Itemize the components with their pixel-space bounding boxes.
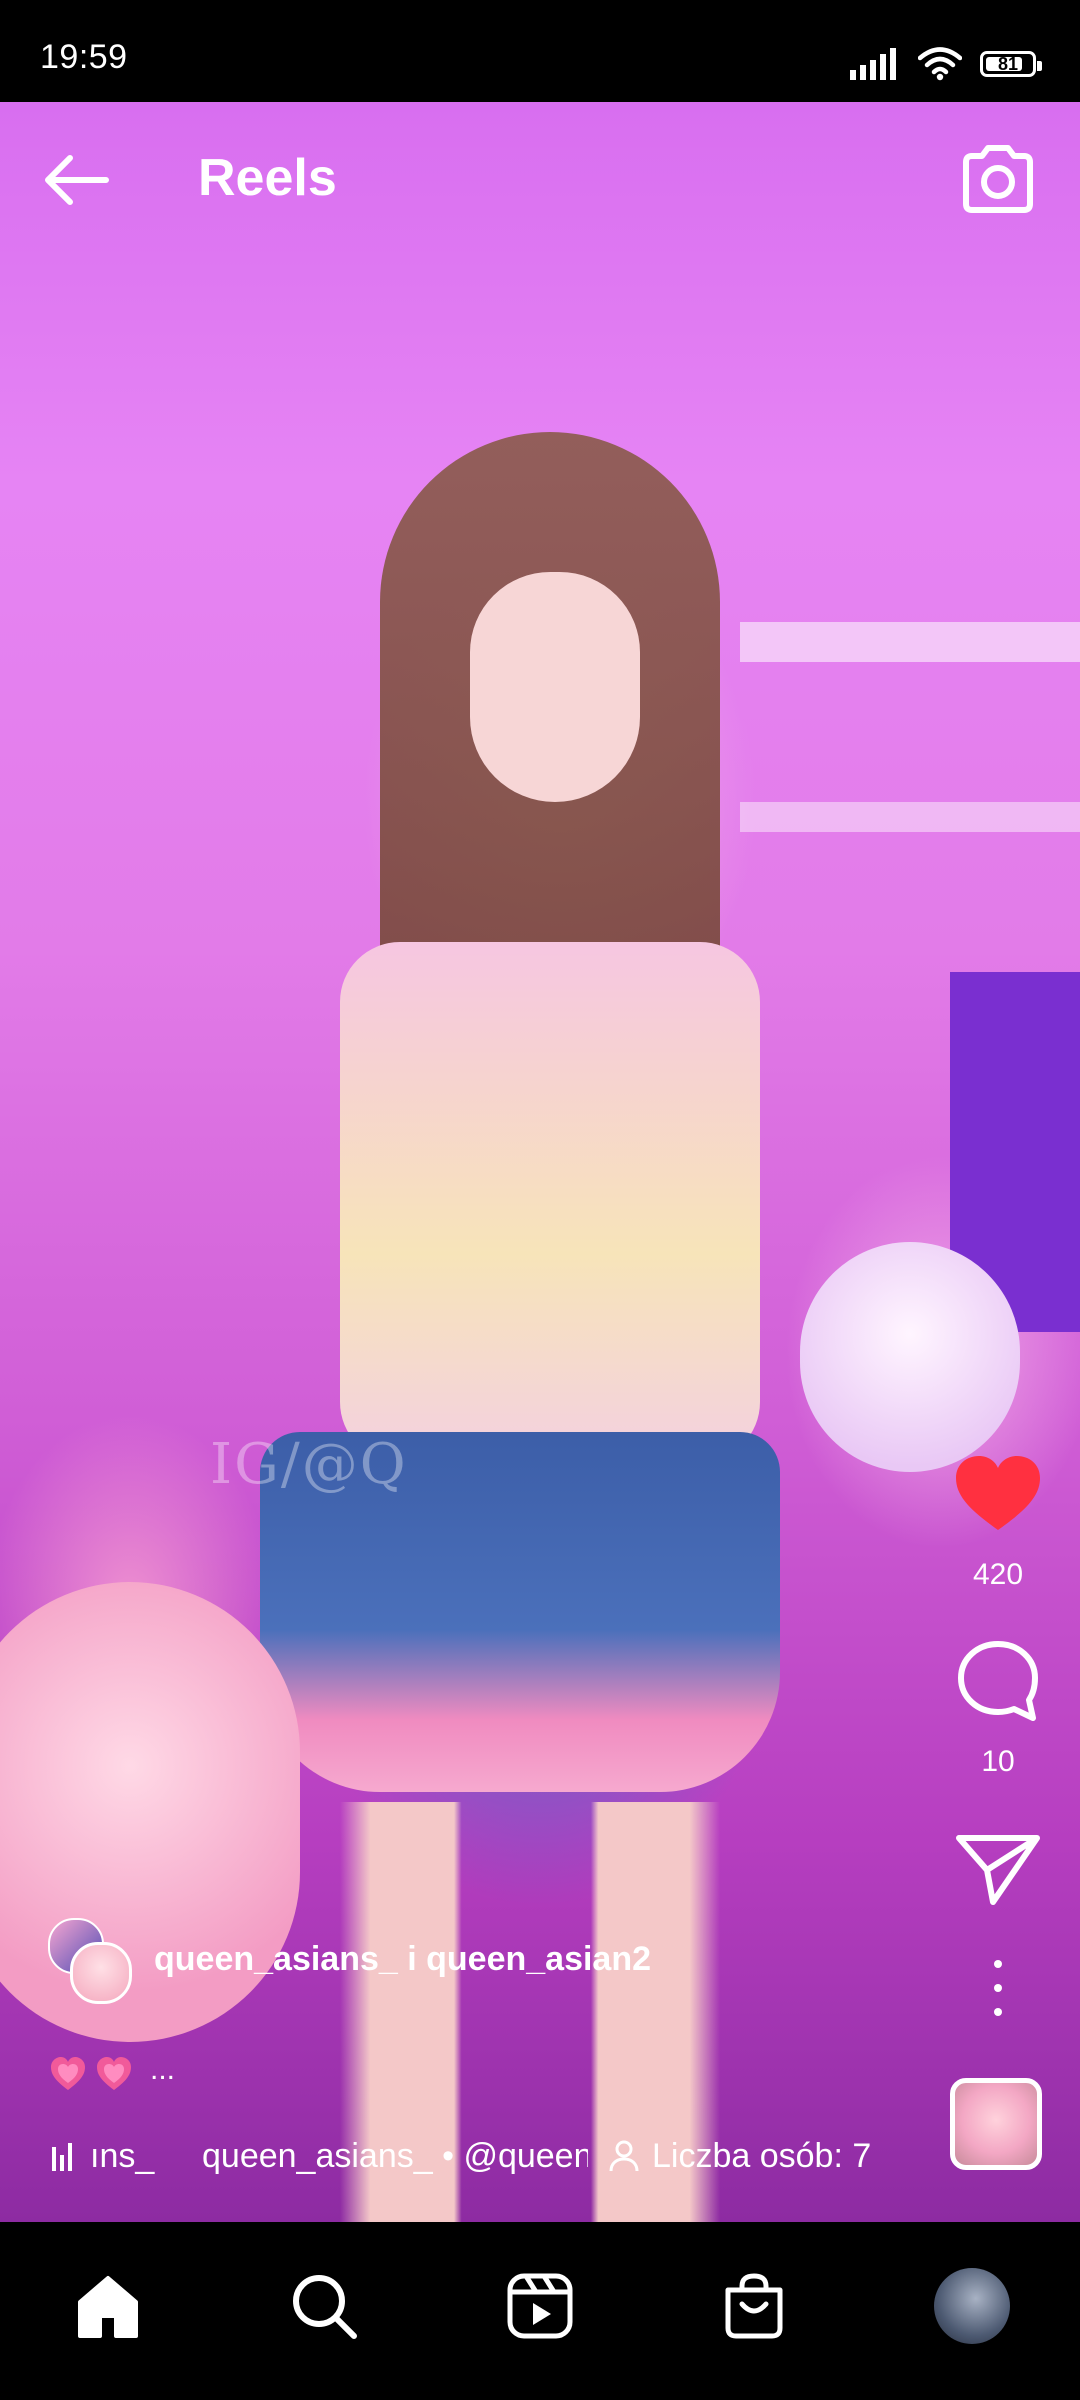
caption-more[interactable]: ...: [150, 2053, 175, 2087]
status-time: 19:59: [40, 38, 128, 76]
back-arrow-icon[interactable]: [40, 150, 112, 210]
heart-icon[interactable]: [950, 1450, 1046, 1536]
battery-percent: 81: [997, 53, 1019, 74]
shelf: [740, 802, 1080, 832]
home-icon[interactable]: [72, 2270, 144, 2342]
bottom-navigation: [0, 2222, 1080, 2400]
plush-toy: [800, 1242, 1020, 1472]
more-options-icon[interactable]: [980, 1960, 1016, 2016]
audio-row[interactable]: ıns_ queen_asians_ • @queen_asian2 Liczb…: [52, 2134, 871, 2178]
video-watermark: IG/@Q: [210, 1432, 408, 1497]
status-icons: 81: [850, 44, 1042, 84]
shop-icon[interactable]: [718, 2270, 790, 2342]
audio-thumbnail[interactable]: [950, 2078, 1042, 2170]
battery-indicator: 81: [980, 51, 1042, 77]
wifi-icon: [918, 47, 962, 81]
share-icon[interactable]: [953, 1830, 1043, 1910]
comment-icon[interactable]: [953, 1636, 1043, 1726]
post-authors[interactable]: queen_asians_ i queen_asian2: [154, 1940, 651, 1979]
audio-track[interactable]: ıns_: [90, 2137, 170, 2176]
author-avatars[interactable]: [48, 1918, 132, 2004]
person-icon: [609, 2140, 639, 2172]
reel-video[interactable]: IG/@Q: [0, 102, 1080, 2222]
signal-icon: [850, 48, 896, 80]
page-title: Reels: [198, 149, 337, 207]
shelf: [740, 622, 1080, 662]
status-bar: 19:59 81: [0, 0, 1080, 102]
camera-icon[interactable]: [958, 142, 1038, 216]
person-face: [470, 572, 640, 802]
comment-count: 10: [981, 1745, 1015, 1778]
post-caption[interactable]: ...: [48, 2053, 175, 2094]
audio-track-credit[interactable]: queen_asians_ • @queen_asian2: [202, 2137, 588, 2176]
tagged-people[interactable]: Liczba osób: 7: [652, 2137, 871, 2176]
audio-bars-icon: [52, 2141, 80, 2171]
reels-icon[interactable]: [504, 2270, 576, 2342]
heart-emoji-icon: [97, 2057, 131, 2090]
profile-avatar[interactable]: [934, 2268, 1010, 2344]
person-top: [340, 942, 760, 1462]
avatar[interactable]: [70, 1942, 132, 2004]
heart-emoji-icon: [51, 2057, 85, 2090]
search-icon[interactable]: [288, 2270, 360, 2342]
like-count: 420: [972, 1558, 1024, 1591]
